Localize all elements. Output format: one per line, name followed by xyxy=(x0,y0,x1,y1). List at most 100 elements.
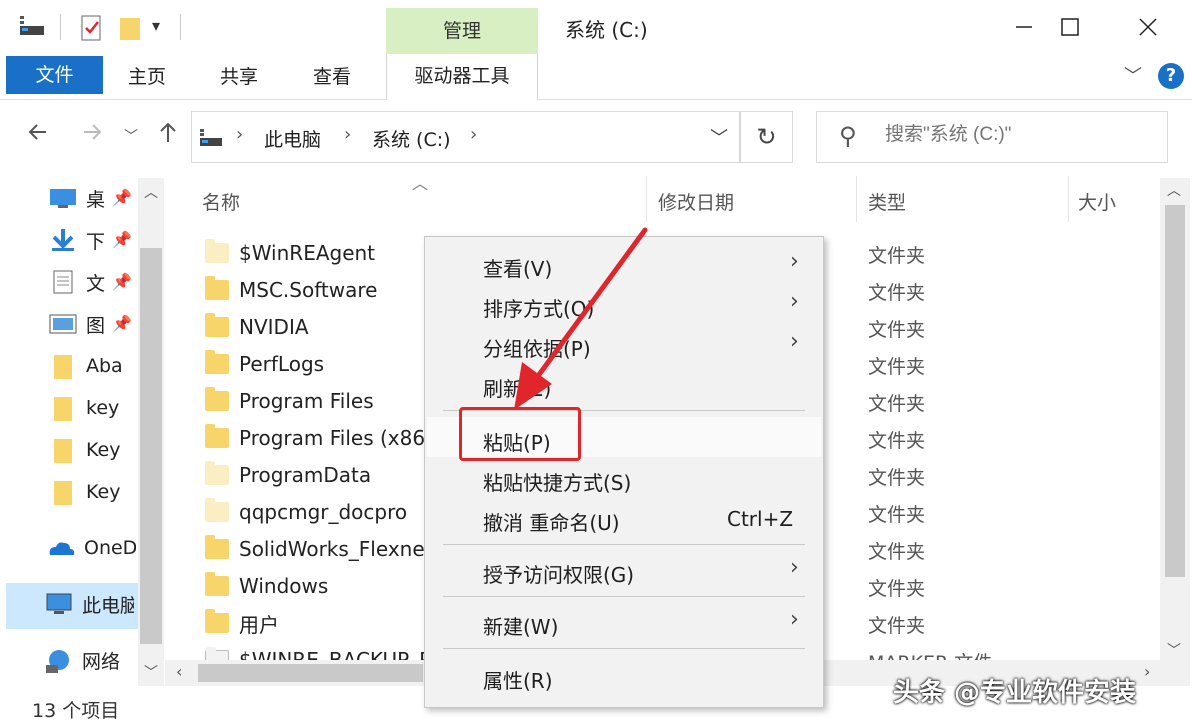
forward-button[interactable] xyxy=(80,120,104,150)
file-type: 文件夹 xyxy=(868,319,926,341)
column-divider[interactable] xyxy=(1068,176,1069,222)
pin-icon[interactable]: 📌 xyxy=(112,272,132,291)
list-item[interactable]: Windows xyxy=(205,569,328,603)
tab-home[interactable]: 主页 xyxy=(128,62,166,89)
chevron-down-icon[interactable]: ﹀ xyxy=(1124,62,1142,88)
folder-icon xyxy=(205,387,229,411)
help-icon[interactable]: ? xyxy=(1158,63,1184,89)
forward-arrow-icon xyxy=(84,124,102,140)
sidebar-scrollbar-thumb[interactable] xyxy=(140,248,162,644)
file-type: 文件夹 xyxy=(868,393,926,415)
list-item[interactable]: $WinREAgent xyxy=(205,236,375,270)
scroll-left-icon[interactable]: ‹ xyxy=(176,662,182,681)
sidebar-item-this-pc[interactable]: 此电脑 xyxy=(44,586,134,622)
sidebar-item-folder[interactable]: Key xyxy=(48,432,138,468)
maximize-button[interactable] xyxy=(1048,8,1092,46)
refresh-button[interactable]: ↻ xyxy=(740,111,793,163)
file-type: 文件夹 xyxy=(868,615,926,637)
folder-icon xyxy=(205,461,229,485)
sidebar-item-label: 文 xyxy=(86,272,106,295)
menu-item-undo-rename[interactable]: 撤消 重命名(U) xyxy=(483,507,620,536)
sidebar-item-folder[interactable]: Aba xyxy=(48,348,138,384)
list-item[interactable]: 用户 xyxy=(205,606,279,640)
list-item[interactable]: NVIDIA xyxy=(205,310,309,344)
submenu-arrow-icon: › xyxy=(790,289,799,314)
list-item[interactable]: MSC.Software xyxy=(205,273,377,307)
tab-drive-tools[interactable]: 驱动器工具 xyxy=(386,54,538,100)
pictures-icon xyxy=(49,314,77,334)
breadcrumb-separator-icon[interactable]: › xyxy=(344,124,351,145)
list-item[interactable]: qqpcmgr_docpro xyxy=(205,495,407,529)
window-title: 系统 (C:) xyxy=(565,18,648,42)
column-header-date[interactable]: 修改日期 xyxy=(658,188,734,215)
file-type: 文件夹 xyxy=(868,282,926,304)
file-list-scrollbar-thumb[interactable] xyxy=(1165,205,1185,577)
recent-locations-icon[interactable]: ﹀ xyxy=(124,126,138,146)
folder-icon xyxy=(205,350,229,374)
address-dropdown-icon[interactable]: ﹀ xyxy=(698,111,740,163)
breadcrumb-separator-icon[interactable]: › xyxy=(470,124,477,145)
sidebar-item-label: 桌 xyxy=(86,188,106,211)
breadcrumb-drive-c[interactable]: 系统 (C:) xyxy=(372,125,451,152)
close-button[interactable] xyxy=(1126,8,1170,46)
customize-toolbar-icon[interactable]: ▾ xyxy=(152,16,160,35)
scroll-down-icon[interactable]: ﹀ xyxy=(144,662,158,682)
pin-icon[interactable]: 📌 xyxy=(112,230,132,249)
menu-item-paste-shortcut[interactable]: 粘贴快捷方式(S) xyxy=(483,467,631,496)
up-button[interactable] xyxy=(156,120,180,150)
sidebar-item-folder[interactable]: Key xyxy=(48,474,138,510)
properties-icon[interactable] xyxy=(80,14,104,46)
scroll-up-icon[interactable]: ︿ xyxy=(1167,180,1181,200)
folder-icon xyxy=(54,397,72,421)
file-type: 文件夹 xyxy=(868,356,926,378)
tab-view[interactable]: 查看 xyxy=(313,62,351,89)
breadcrumb-this-pc[interactable]: 此电脑 xyxy=(264,125,321,152)
scroll-down-icon[interactable]: ﹀ xyxy=(1167,640,1181,660)
list-item[interactable]: Program Files xyxy=(205,384,374,418)
downloads-icon xyxy=(52,229,74,251)
sidebar-item-label: OneD xyxy=(84,537,136,559)
address-bar[interactable]: › 此电脑 › 系统 (C:) › xyxy=(191,111,740,163)
search-box[interactable]: ⚲ xyxy=(816,111,1168,163)
new-folder-icon[interactable] xyxy=(118,14,142,46)
annotation-arrow-icon xyxy=(514,227,648,410)
list-item[interactable]: ProgramData xyxy=(205,458,371,492)
minimize-button[interactable] xyxy=(1002,8,1046,46)
scroll-right-icon[interactable]: › xyxy=(1144,662,1150,681)
tab-file[interactable]: 文件 xyxy=(6,56,103,94)
search-input[interactable] xyxy=(885,124,1165,146)
column-divider[interactable] xyxy=(646,176,647,222)
pin-icon[interactable]: 📌 xyxy=(112,188,132,207)
sidebar-item-onedrive[interactable]: OneD xyxy=(46,530,136,566)
this-pc-icon xyxy=(46,593,72,614)
list-item[interactable]: PerfLogs xyxy=(205,347,324,381)
folder-icon xyxy=(205,276,229,300)
tab-share[interactable]: 共享 xyxy=(220,62,258,89)
file-name: MSC.Software xyxy=(239,278,378,302)
list-item[interactable]: Program Files (x86) xyxy=(205,421,433,455)
folder-icon xyxy=(205,498,229,522)
menu-item-give-access[interactable]: 授予访问权限(G) xyxy=(483,559,634,588)
back-button[interactable] xyxy=(26,120,50,150)
sidebar-item-network[interactable]: 网络 xyxy=(44,642,134,678)
scroll-up-icon[interactable]: ︿ xyxy=(144,182,158,202)
drive-icon[interactable] xyxy=(18,14,46,42)
horizontal-scrollbar-thumb[interactable] xyxy=(198,664,423,682)
column-header-name[interactable]: 名称 xyxy=(202,188,240,215)
column-header-type[interactable]: 类型 xyxy=(868,188,906,215)
status-item-count: 13 个项目 xyxy=(32,700,120,722)
pin-icon[interactable]: 📌 xyxy=(112,314,132,333)
sidebar-item-folder[interactable]: key xyxy=(48,390,138,426)
folder-icon xyxy=(54,355,72,379)
column-divider[interactable] xyxy=(856,176,857,222)
watermark-text: 头条 @专业软件安装 xyxy=(893,678,1137,708)
submenu-arrow-icon: › xyxy=(790,249,799,274)
file-name: $WinREAgent xyxy=(239,241,376,265)
tab-manage[interactable]: 管理 xyxy=(386,8,538,54)
menu-item-new[interactable]: 新建(W) xyxy=(483,611,558,640)
breadcrumb-separator-icon[interactable]: › xyxy=(236,124,243,145)
column-header-size[interactable]: 大小 xyxy=(1078,188,1116,215)
submenu-arrow-icon: › xyxy=(790,607,799,632)
menu-item-properties[interactable]: 属性(R) xyxy=(483,665,553,694)
file-explorer-window: ▾ 管理 系统 (C:) 文件 主页 共享 查看 驱动器工具 ﹀ ? ﹀ › 此… xyxy=(0,0,1192,728)
